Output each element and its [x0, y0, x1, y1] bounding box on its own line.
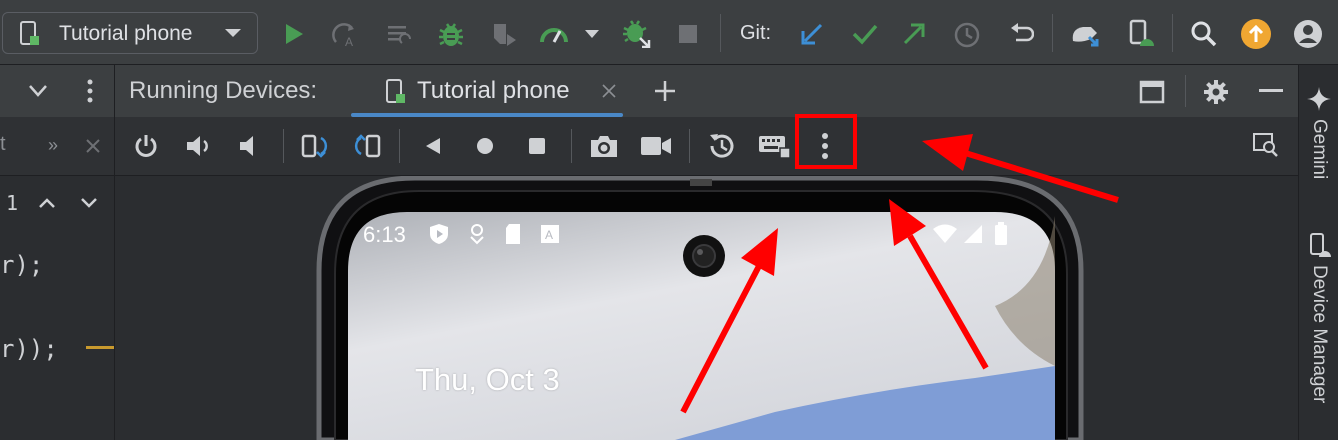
window-layout-icon[interactable]	[1137, 77, 1167, 107]
git-label: Git:	[740, 22, 772, 44]
git-push-icon[interactable]	[900, 20, 928, 48]
gemini-icon[interactable]	[1305, 85, 1333, 113]
minimize-icon[interactable]	[1257, 79, 1285, 103]
volume-up-icon[interactable]	[183, 131, 215, 161]
git-history-icon[interactable]	[952, 20, 982, 50]
toolbar-separator	[571, 129, 572, 163]
device-manager-icon[interactable]	[1305, 231, 1333, 259]
screen-record-icon[interactable]	[639, 131, 673, 161]
stop-icon[interactable]	[676, 22, 700, 46]
close-icon[interactable]	[82, 135, 104, 157]
profiler-icon[interactable]	[538, 20, 570, 48]
device-manager-icon[interactable]	[1124, 16, 1158, 50]
svg-text:A: A	[545, 228, 553, 242]
main-toolbar: Tutorial phone A Git:	[0, 0, 1338, 65]
tab-label: Tutorial phone	[417, 77, 570, 104]
git-commit-icon[interactable]	[850, 20, 880, 48]
layout-inspector-icon[interactable]	[1251, 131, 1281, 159]
right-tool-strip: Gemini Device Manager	[1298, 65, 1338, 440]
profiler-dropdown-icon[interactable]	[582, 26, 602, 42]
code-line: r));	[0, 335, 58, 363]
overview-icon[interactable]	[525, 133, 549, 159]
header-separator	[1185, 75, 1186, 107]
phone-frame	[316, 176, 1084, 440]
apply-changes-icon[interactable]: A	[330, 20, 360, 50]
back-icon[interactable]	[421, 133, 445, 159]
toolbar-separator	[1172, 14, 1173, 52]
play-protect-icon	[427, 222, 451, 246]
toolbar-separator	[720, 14, 721, 52]
battery-icon	[991, 220, 1011, 248]
location-icon	[467, 222, 487, 246]
line-counter: 1	[6, 191, 19, 215]
debug-icon[interactable]	[436, 18, 466, 50]
device-manager-label[interactable]: Device Manager	[1308, 265, 1330, 403]
keyboard-icon[interactable]	[757, 131, 793, 161]
toolbar-separator	[1052, 14, 1053, 52]
app-notification-icon: A	[539, 222, 561, 246]
tab-fragment: t	[0, 133, 6, 155]
more-tabs-icon[interactable]: »	[48, 135, 58, 156]
device-selector[interactable]: Tutorial phone	[2, 12, 258, 54]
home-icon[interactable]	[473, 133, 497, 159]
toolbar-separator	[283, 129, 284, 163]
device-mirror-icon[interactable]	[1068, 18, 1104, 50]
volume-down-icon[interactable]	[235, 131, 265, 161]
chevron-up-icon[interactable]	[36, 193, 58, 213]
toolbar-separator	[399, 129, 400, 163]
phone-icon	[15, 20, 43, 48]
update-icon[interactable]	[1240, 18, 1272, 50]
snapshot-history-icon[interactable]	[705, 129, 739, 163]
git-update-icon[interactable]	[798, 20, 826, 48]
chevron-down-icon[interactable]	[26, 79, 50, 103]
attach-debugger-icon[interactable]	[488, 18, 520, 50]
account-icon[interactable]	[1292, 18, 1324, 50]
status-bar-time: 6:13	[363, 222, 406, 247]
rotate-left-icon[interactable]	[299, 131, 333, 161]
running-devices-header: Running Devices: Tutorial phone	[115, 65, 1298, 117]
gear-icon[interactable]	[1201, 77, 1231, 107]
screenshot-icon[interactable]	[587, 131, 621, 161]
svg-text:A: A	[345, 35, 353, 48]
device-toolbar	[115, 117, 1298, 176]
phone-icon	[381, 77, 409, 107]
warning-marker	[86, 346, 114, 349]
chevron-down-icon[interactable]	[78, 193, 100, 213]
device-display-area: 6:13 A Thu, Oct 3	[115, 176, 1298, 440]
close-tab-icon[interactable]	[599, 81, 619, 101]
cell-signal-icon	[961, 222, 985, 246]
annotation-highlight-box	[795, 114, 857, 169]
sd-card-icon	[503, 222, 523, 246]
lockscreen-date: Thu, Oct 3	[415, 362, 560, 397]
wifi-icon	[931, 222, 959, 246]
toolbar-separator	[689, 129, 690, 163]
apply-code-changes-icon[interactable]	[384, 20, 414, 50]
search-icon[interactable]	[1188, 18, 1220, 50]
device-selector-label: Tutorial phone	[59, 22, 193, 45]
add-tab-icon[interactable]	[651, 77, 679, 105]
more-options-icon[interactable]	[80, 77, 100, 105]
run-icon[interactable]	[280, 20, 308, 48]
left-editor-panel: t » 1 r); r));	[0, 65, 115, 440]
bug-arrow-icon[interactable]	[620, 16, 654, 50]
code-line: r);	[0, 251, 44, 279]
power-icon[interactable]	[131, 131, 161, 161]
gemini-label[interactable]: Gemini	[1308, 119, 1330, 179]
chevron-down-icon	[223, 25, 243, 41]
git-rollback-icon[interactable]	[1006, 20, 1036, 50]
rotate-right-icon[interactable]	[349, 131, 383, 161]
running-devices-title: Running Devices:	[129, 77, 318, 104]
